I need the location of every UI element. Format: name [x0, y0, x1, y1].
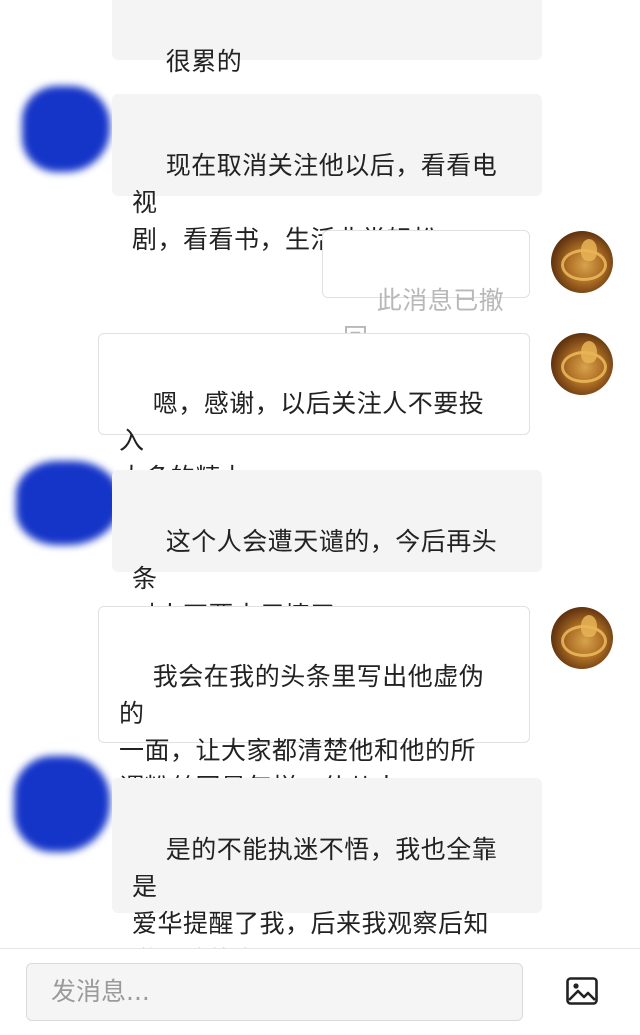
message-input-placeholder: 发消息...: [51, 977, 150, 1006]
redacted-avatar: [22, 86, 110, 172]
user-avatar[interactable]: [551, 607, 613, 669]
chat-message-list[interactable]: 很累的 现在取消关注他以后，看看电视 剧，看看书，生活非常轻松， 此消息已撤回 …: [0, 0, 640, 948]
image-icon[interactable]: [566, 977, 598, 1005]
user-avatar[interactable]: [551, 333, 613, 395]
redacted-avatar: [16, 461, 120, 545]
message-bubble-left: 是的不能执迷不悟，我也全靠是 爱华提醒了我，后来我观察后知 道了他的为人。: [112, 778, 542, 948]
redacted-avatar: [14, 756, 110, 852]
message-text: 很累的: [165, 47, 243, 76]
user-avatar[interactable]: [551, 231, 613, 293]
message-input[interactable]: 发消息...: [26, 963, 523, 1021]
message-bubble-right: 嗯，感谢，以后关注人不要投入 太多的精力: [98, 333, 530, 492]
message-text: 是的不能执迷不悟，我也全靠是 爱华提醒了我，后来我观察后知 道了他的为人。: [132, 835, 498, 948]
recalled-message-bubble: 此消息已撤回: [322, 230, 530, 352]
message-composer-bar: 发消息...: [0, 948, 640, 1035]
message-bubble-left: 这个人会遭天谴的，今后再头条 对人不要太用情了: [112, 470, 542, 630]
message-bubble-left: 很累的: [112, 0, 542, 76]
message-bubble-left: 现在取消关注他以后，看看电视 剧，看看书，生活非常轻松，: [112, 94, 542, 254]
message-bubble-right: 我会在我的头条里写出他虚伪的 一面，让大家都清楚他和他的所 谓粉丝团是怎样一伙儿…: [98, 606, 530, 802]
